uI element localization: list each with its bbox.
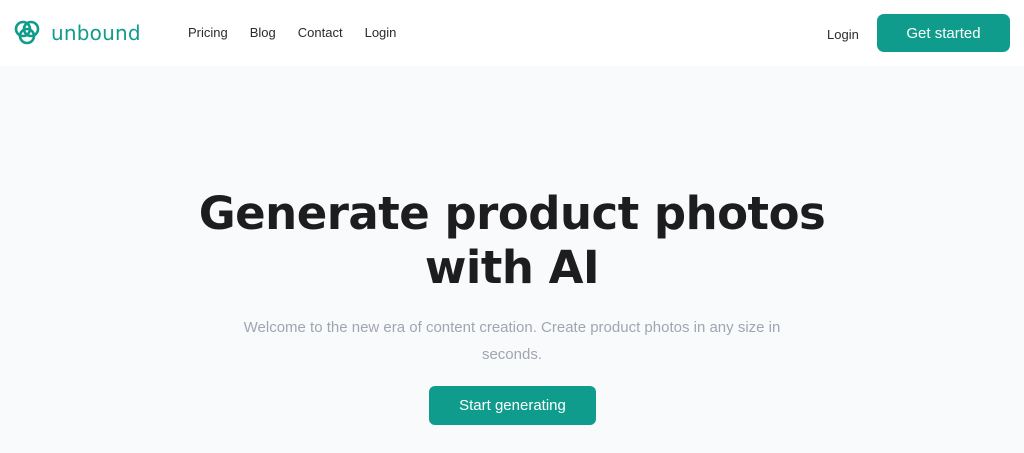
nav-item-contact[interactable]: Contact [298, 25, 343, 40]
main-nav: Pricing Blog Contact Login [188, 25, 418, 40]
hero-subtitle: Welcome to the new era of content creati… [232, 314, 792, 368]
start-generating-button[interactable]: Start generating [429, 386, 596, 425]
top-navigation-bar: unbound Pricing Blog Contact Login Login… [0, 0, 1024, 66]
brand-name: unbound [51, 21, 141, 45]
hero-subtitle-line-2: seconds. [481, 346, 543, 363]
header-login-link[interactable]: Login [827, 27, 859, 42]
hero-title-line-1: Generate product photos [198, 187, 826, 240]
brand-logo-link[interactable]: unbound [13, 18, 141, 48]
hero-title-line-2: with AI [424, 241, 600, 294]
hero-subtitle-line-1: Welcome to the new era of content creati… [243, 319, 781, 336]
get-started-button[interactable]: Get started [877, 14, 1010, 52]
nav-item-pricing[interactable]: Pricing [188, 25, 228, 40]
nav-item-login[interactable]: Login [365, 25, 397, 40]
interlocking-rings-icon [14, 20, 40, 45]
nav-item-blog[interactable]: Blog [250, 25, 276, 40]
hero-title: Generate product photos with AI [0, 187, 1024, 295]
